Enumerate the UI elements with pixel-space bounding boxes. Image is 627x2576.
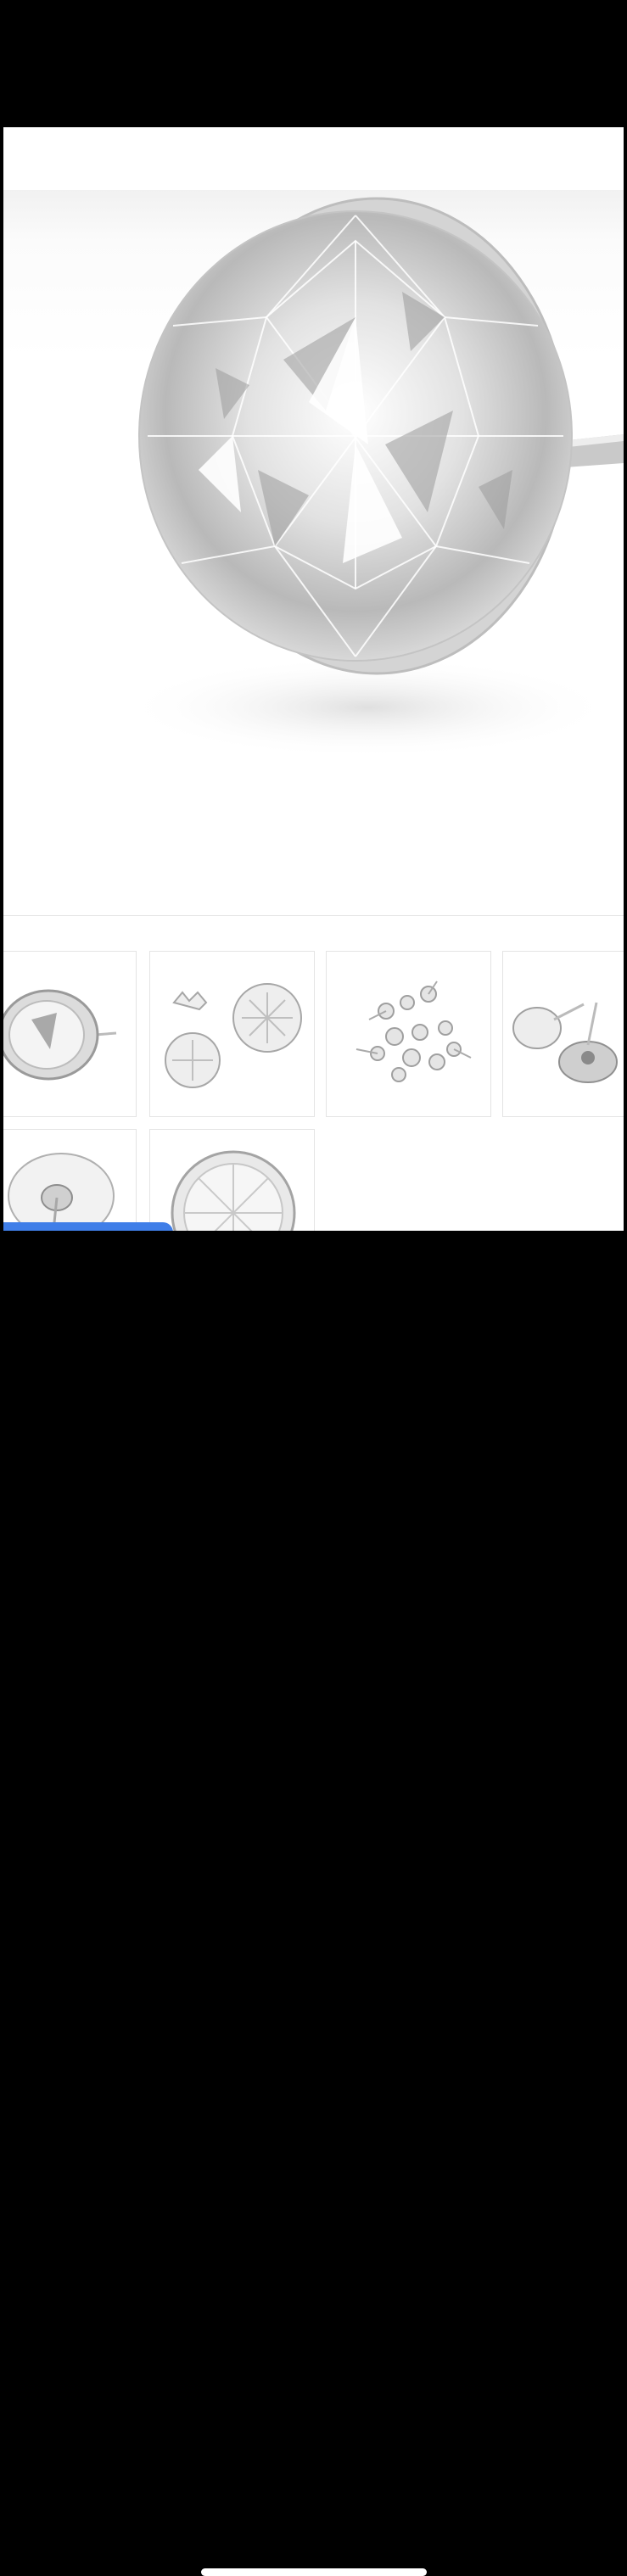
tacks-pile-icon bbox=[355, 981, 472, 1082]
crystal-tack-illustration bbox=[122, 197, 624, 758]
add-to-cart-button[interactable] bbox=[3, 1222, 173, 1231]
tack-and-nail-icon bbox=[512, 1002, 618, 1083]
gallery-header-space bbox=[3, 127, 624, 190]
thumbnail-5[interactable] bbox=[3, 1129, 137, 1231]
home-indicator[interactable] bbox=[201, 2568, 427, 2576]
tack-back-icon bbox=[8, 1153, 115, 1231]
status-bar-area bbox=[0, 0, 627, 127]
crystal-front-icon bbox=[171, 1150, 296, 1231]
thumbnail-3[interactable] bbox=[326, 951, 491, 1117]
product-gallery bbox=[3, 127, 624, 1231]
bottom-bar-area bbox=[0, 1231, 627, 2576]
thumbnail-1[interactable] bbox=[3, 951, 137, 1117]
thumbnail-6[interactable] bbox=[149, 1129, 315, 1231]
main-product-image[interactable] bbox=[3, 190, 624, 915]
crystal-tack-side-icon bbox=[3, 989, 117, 1081]
thumbnail-2[interactable] bbox=[149, 951, 315, 1117]
gallery-divider bbox=[3, 915, 624, 916]
thumbnail-4[interactable] bbox=[502, 951, 624, 1117]
flower-bases-icon bbox=[165, 983, 302, 1088]
